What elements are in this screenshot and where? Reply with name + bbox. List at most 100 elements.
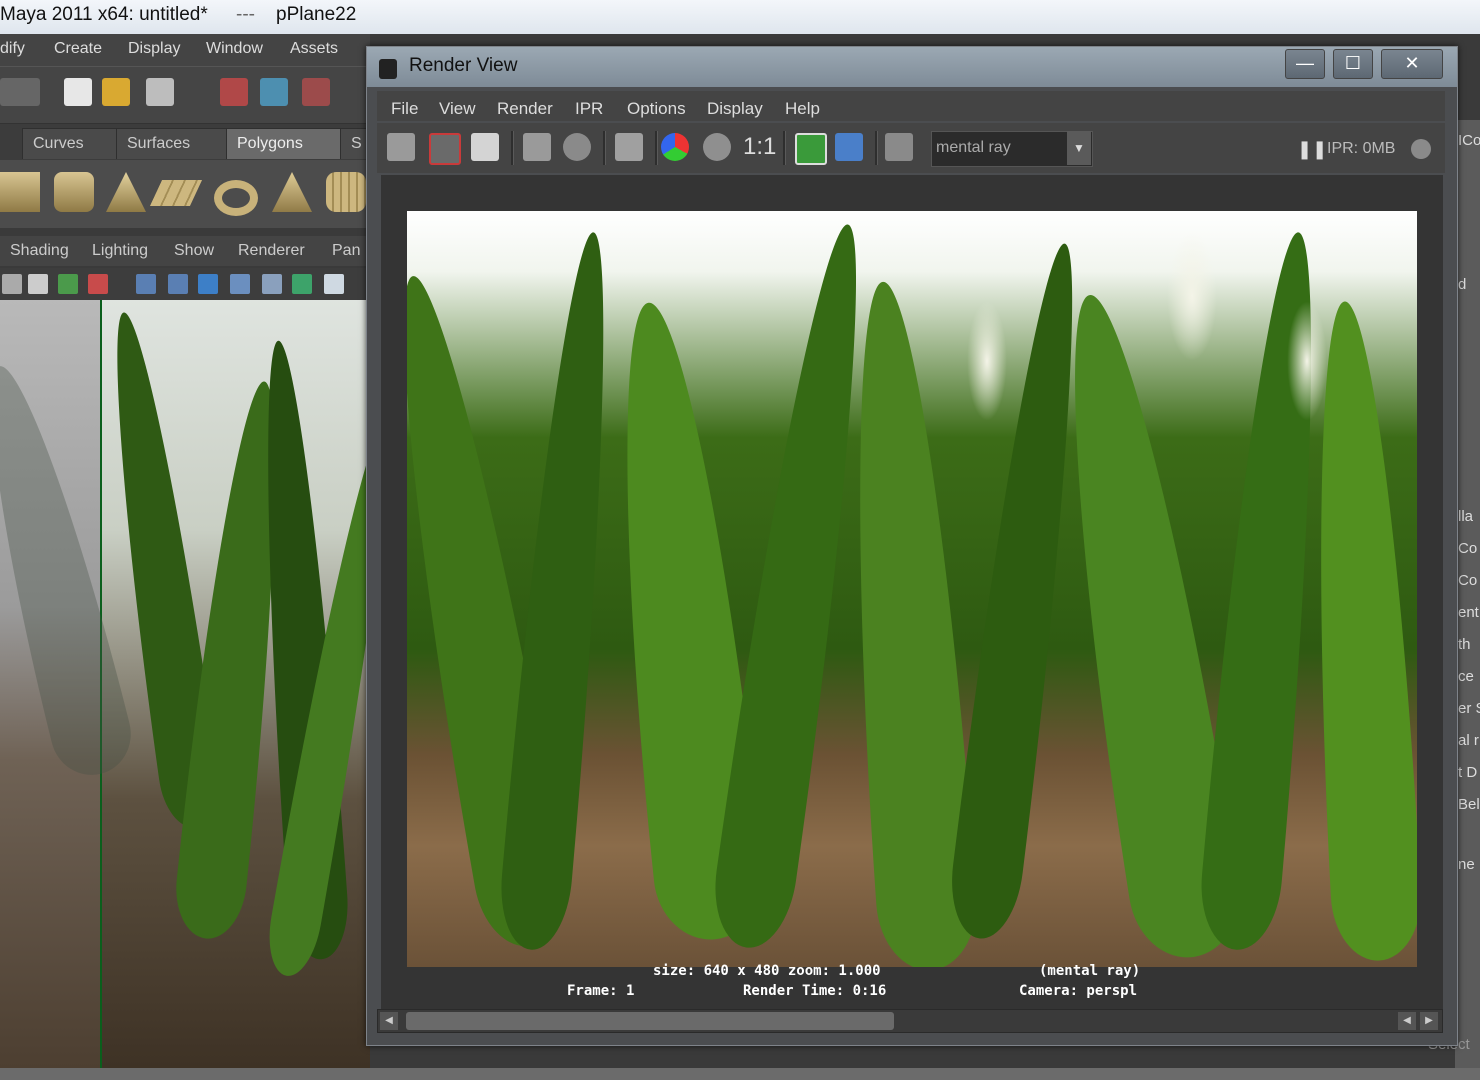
maya-title-object: pPlane22 — [276, 4, 357, 25]
chevron-down-icon[interactable]: ▼ — [1067, 131, 1091, 165]
select-hierarchy-icon[interactable] — [220, 78, 248, 106]
ipr-render-icon[interactable] — [523, 133, 551, 161]
attr-fragment: ne — [1458, 856, 1475, 873]
maya-menu-display[interactable]: Display — [128, 40, 180, 58]
corn-tassel — [1167, 231, 1217, 361]
attr-fragment: Co — [1458, 540, 1478, 557]
select-object-icon[interactable] — [260, 78, 288, 106]
render-info-overlay: size: 640 x 480 zoom: 1.000 (mental ray)… — [407, 963, 1417, 1013]
scroll-right-icon[interactable]: ▶ — [1420, 1012, 1438, 1030]
render-sequence-icon[interactable] — [615, 133, 643, 161]
maya-menu-assets[interactable]: Assets — [290, 40, 338, 58]
frame-text: Frame: 1 — [567, 983, 635, 999]
wireframe-icon[interactable] — [136, 274, 156, 294]
snapshot-icon[interactable] — [471, 133, 499, 161]
smooth-shade-icon[interactable] — [168, 274, 188, 294]
attr-fragment: t D — [1458, 764, 1478, 781]
rv-menu-help[interactable]: Help — [785, 99, 820, 119]
camera-text: Camera: perspl — [1019, 983, 1138, 999]
isolate-select-icon[interactable] — [324, 274, 344, 294]
keep-image-icon[interactable] — [795, 133, 827, 165]
maximize-button[interactable]: ☐ — [1333, 49, 1373, 79]
attr-fragment: ent — [1458, 604, 1479, 621]
rv-menu-ipr[interactable]: IPR — [575, 99, 603, 119]
scrollbar-thumb[interactable] — [406, 1012, 894, 1030]
refresh-ipr-icon[interactable] — [563, 133, 591, 161]
corn-stalk — [495, 229, 629, 953]
attr-fragment: Co — [1458, 572, 1478, 589]
xray-icon[interactable] — [292, 274, 312, 294]
toolbar-separator — [511, 131, 514, 165]
minimize-button[interactable]: — — [1285, 49, 1325, 79]
poly-pipe-icon[interactable] — [326, 172, 366, 212]
poly-torus-icon[interactable] — [214, 180, 258, 216]
real-size-button[interactable]: 1:1 — [743, 133, 776, 161]
redo-render-icon[interactable] — [387, 133, 415, 161]
toolbar-separator — [783, 131, 786, 165]
panel-menu-lighting[interactable]: Lighting — [92, 242, 148, 260]
rv-menu-display[interactable]: Display — [707, 99, 763, 119]
panel-menu-panels[interactable]: Pan — [332, 242, 360, 260]
panel-menu-shading[interactable]: Shading — [10, 242, 69, 260]
shelf-tab-curves[interactable]: Curves — [22, 128, 120, 159]
toolbar-separator — [875, 131, 878, 165]
remove-image-icon[interactable] — [835, 133, 863, 161]
rv-menu-file[interactable]: File — [391, 99, 418, 119]
scroll-left-icon[interactable]: ◀ — [380, 1012, 398, 1030]
attr-fragment: th — [1458, 636, 1471, 653]
poly-cylinder-icon[interactable] — [54, 172, 94, 212]
shadows-icon[interactable] — [262, 274, 282, 294]
select-component-icon[interactable] — [302, 78, 330, 106]
ipr-status-light-icon — [1411, 139, 1431, 159]
save-scene-icon[interactable] — [146, 78, 174, 106]
rv-menu-view[interactable]: View — [439, 99, 476, 119]
poly-cube-icon[interactable] — [0, 172, 40, 212]
maya-menu-modify[interactable]: dify — [0, 40, 25, 58]
image-plane-icon[interactable] — [58, 274, 78, 294]
maya-title-bar: Maya 2011 x64: untitled* --- pPlane22 — [0, 0, 1480, 34]
renderer-value: mental ray — [936, 139, 1011, 156]
camera-attributes-icon[interactable] — [2, 274, 22, 294]
toolbar-separator — [655, 131, 658, 165]
horizontal-scrollbar[interactable]: ◀ ◀ ▶ — [377, 1009, 1443, 1033]
render-region-icon[interactable] — [429, 133, 461, 165]
attr-fragment: al r — [1458, 732, 1479, 749]
new-scene-icon[interactable] — [64, 78, 92, 106]
open-scene-icon[interactable] — [102, 78, 130, 106]
maya-app-icon — [379, 59, 397, 79]
maya-menu-create[interactable]: Create — [54, 40, 102, 58]
display-settings-icon[interactable] — [885, 133, 913, 161]
toolbar-separator — [603, 131, 606, 165]
attr-fragment: er S — [1458, 700, 1480, 717]
rv-menu-options[interactable]: Options — [627, 99, 686, 119]
attr-fragment: d — [1458, 276, 1467, 293]
textured-icon[interactable] — [198, 274, 218, 294]
maya-menu-window[interactable]: Window — [206, 40, 263, 58]
render-size-text: size: 640 x 480 zoom: 1.000 — [653, 963, 881, 979]
pause-ipr-icon[interactable]: ❚❚ — [1297, 139, 1327, 160]
close-button[interactable]: ✕ — [1381, 49, 1443, 79]
lights-icon[interactable] — [230, 274, 250, 294]
corn-tassel — [967, 301, 1007, 421]
corn-tassel — [1287, 301, 1327, 421]
maya-title-text: Maya 2011 x64: untitled* — [0, 4, 208, 25]
rgb-channels-icon[interactable] — [661, 133, 689, 161]
rv-menu-render[interactable]: Render — [497, 99, 553, 119]
ipr-memory-status: IPR: 0MB — [1327, 140, 1396, 157]
menu-set-dropdown[interactable] — [0, 78, 40, 106]
scroll-left-icon[interactable]: ◀ — [1398, 1012, 1416, 1030]
panel-menu-renderer[interactable]: Renderer — [238, 242, 305, 260]
panel-menu-show[interactable]: Show — [174, 242, 214, 260]
alpha-channel-icon[interactable] — [703, 133, 731, 161]
render-view-titlebar[interactable]: Render View — ☐ ✕ — [367, 47, 1457, 87]
rendered-image[interactable] — [407, 211, 1417, 967]
grid-icon[interactable] — [88, 274, 108, 294]
attr-fragment: lla — [1458, 508, 1474, 525]
attr-fragment: ce — [1458, 668, 1474, 685]
attr-fragment: Bel — [1458, 796, 1480, 813]
bookmark-icon[interactable] — [28, 274, 48, 294]
shelf-tab-surfaces[interactable]: Surfaces — [116, 128, 232, 159]
shelf-tab-polygons[interactable]: Polygons — [226, 128, 344, 159]
perspective-viewport[interactable] — [0, 300, 370, 1068]
time-slider-strip — [0, 1068, 1480, 1080]
